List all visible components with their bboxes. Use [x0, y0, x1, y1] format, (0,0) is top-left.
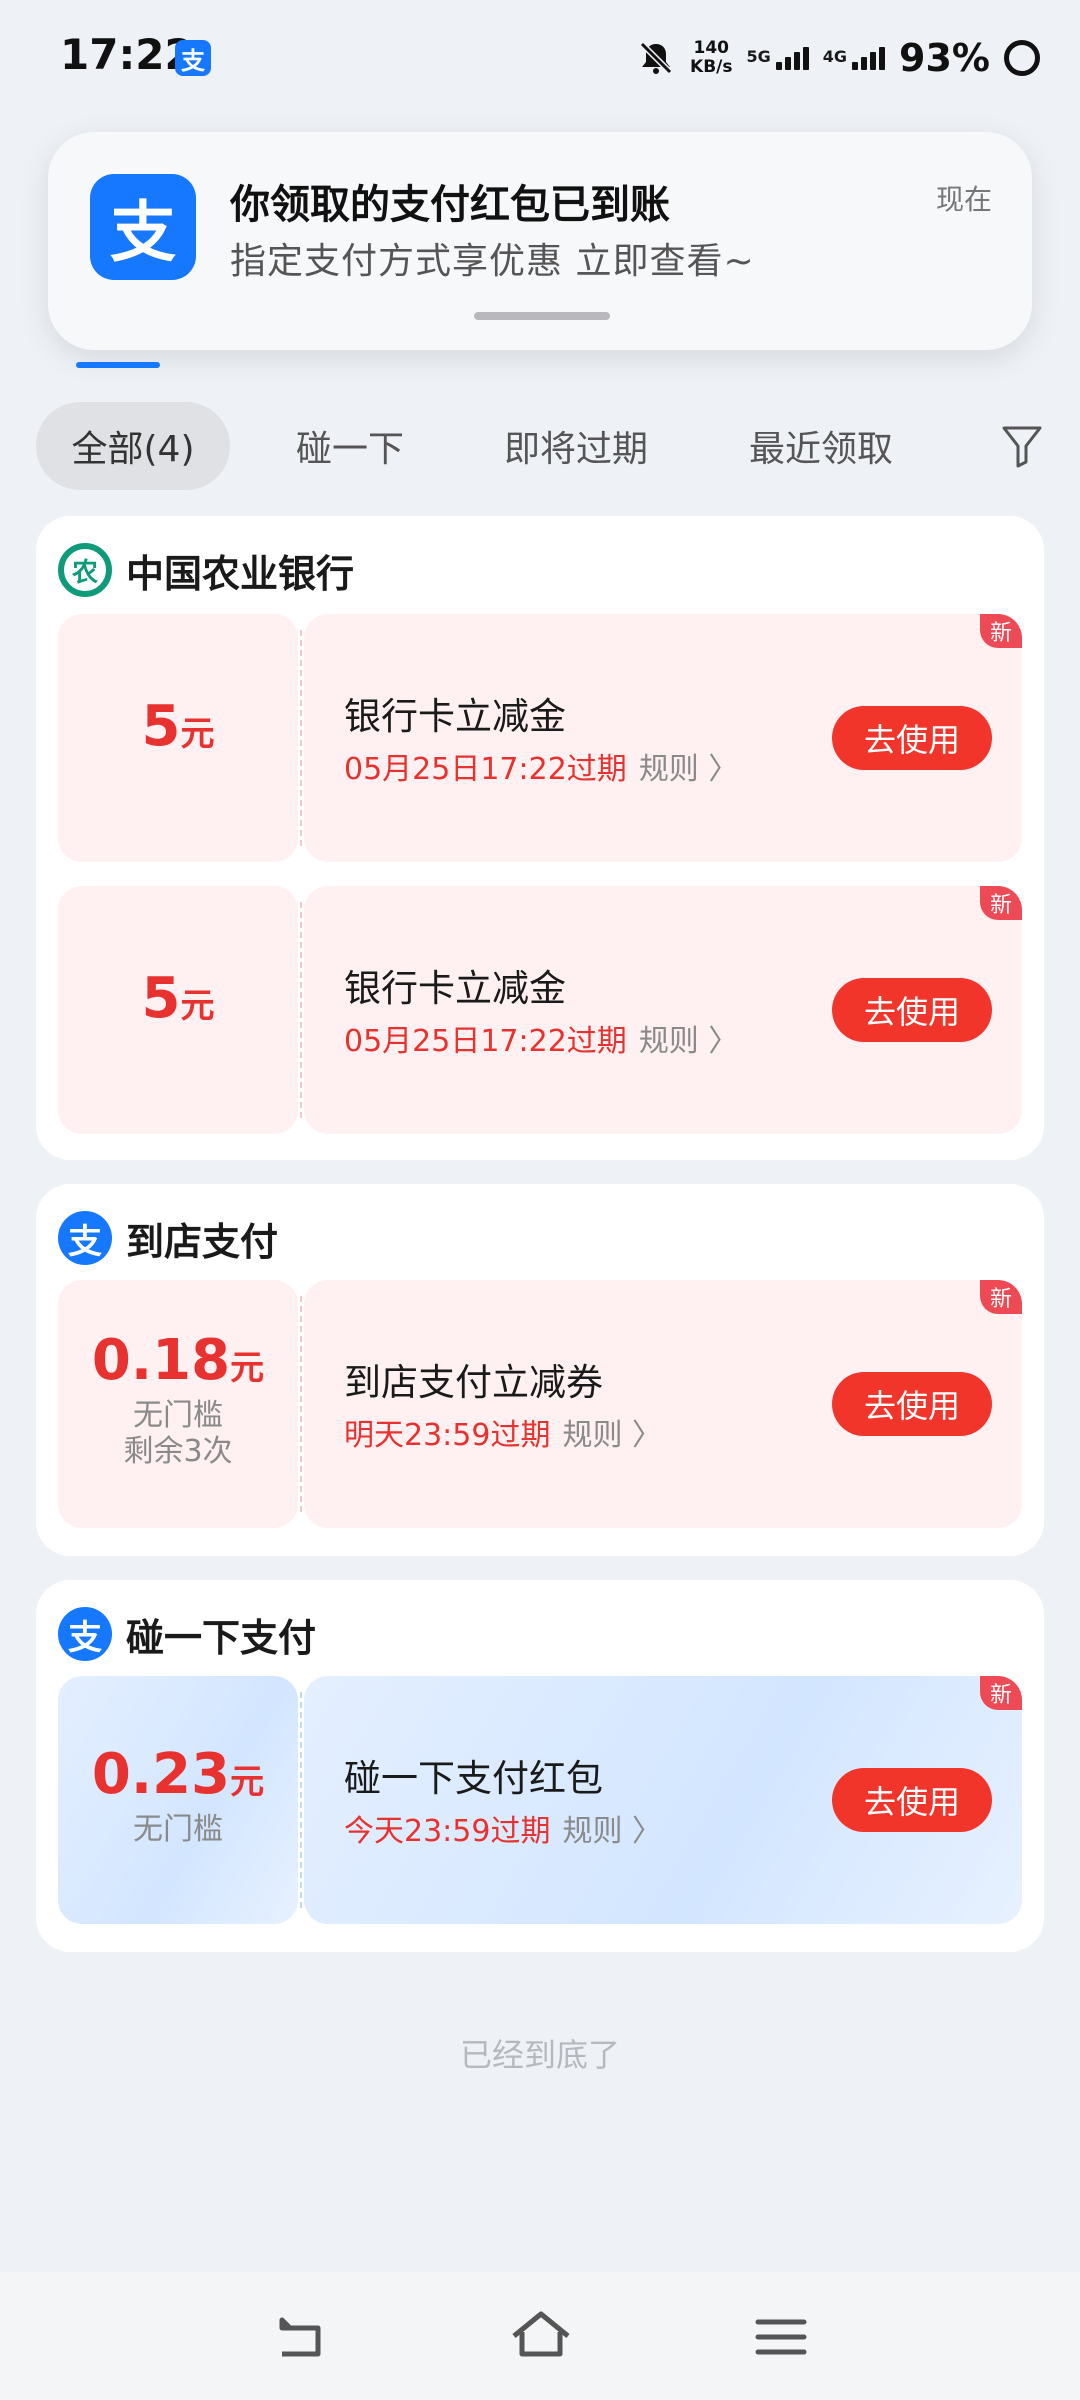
rule-link[interactable]: 规则 〉	[562, 1418, 662, 1453]
group-title: 到店支付	[126, 1219, 279, 1264]
clock: 17:22	[60, 30, 194, 79]
net-speed: 140 KB/s	[690, 38, 733, 77]
coupon-threshold: 无门槛	[133, 1812, 223, 1847]
group-instore-pay: 支 到店支付 0.18元 无门槛 剩余3次 到店支付立减券 明天23:59过期规…	[36, 1184, 1044, 1556]
abc-bank-logo-icon: 农	[58, 543, 112, 597]
use-button[interactable]: 去使用	[832, 1768, 992, 1832]
group-abc: 农 中国农业银行 5元 银行卡立减金 05月25日17:22过期 规则 〉 去使用…	[36, 516, 1044, 1160]
rule-link[interactable]: 规则 〉	[562, 1814, 662, 1849]
coupon-threshold: 无门槛	[133, 1398, 223, 1433]
notification-banner[interactable]: 支 你领取的支付红包已到账 指定支付方式享优惠 立即查看~ 现在	[48, 132, 1032, 350]
battery-icon	[1004, 40, 1040, 76]
signal-4g-icon: 4G	[823, 46, 886, 70]
use-button[interactable]: 去使用	[832, 978, 992, 1042]
end-of-list-text: 已经到底了	[459, 2036, 620, 2074]
battery-level: 93%	[899, 36, 990, 80]
notification-handle[interactable]	[474, 312, 610, 320]
home-icon[interactable]	[506, 2302, 576, 2372]
coupon-name: 银行卡立减金	[344, 695, 566, 738]
signal-5g-icon: 5G	[747, 46, 809, 70]
group-title: 碰一下支付	[126, 1615, 317, 1660]
filter-bar: 全部(4) 碰一下 即将过期 最近领取	[36, 402, 1044, 490]
coupon-expiry: 今天23:59过期 规则 〉	[344, 1814, 663, 1849]
coupon-amount: 5元	[141, 694, 215, 759]
coupon-expiry: 明天23:59过期 规则 〉	[344, 1418, 663, 1453]
group-tap-pay: 支 碰一下支付 0.23元 无门槛 碰一下支付红包 今天23:59过期 规则 〉 …	[36, 1580, 1044, 1952]
coupon-card: 0.18元 无门槛 剩余3次 到店支付立减券 明天23:59过期 规则 〉 去使用…	[58, 1280, 1022, 1528]
new-badge: 新	[980, 614, 1022, 648]
coupon-card: 0.23元 无门槛 碰一下支付红包 今天23:59过期 规则 〉 去使用 新	[58, 1676, 1022, 1924]
tab-indicator	[76, 362, 160, 368]
filter-all[interactable]: 全部(4)	[36, 402, 230, 490]
coupon-expiry: 05月25日17:22过期 规则 〉	[344, 1024, 739, 1059]
alipay-logo-icon: 支	[58, 1607, 112, 1661]
coupon-amount: 5元	[141, 966, 215, 1031]
back-icon[interactable]	[266, 2302, 336, 2372]
menu-icon[interactable]	[746, 2302, 816, 2372]
system-nav-bar	[0, 2272, 1080, 2400]
coupon-amount: 0.23元	[91, 1742, 265, 1807]
use-button[interactable]: 去使用	[832, 706, 992, 770]
coupon-name: 到店支付立减券	[344, 1361, 603, 1404]
coupon-name: 银行卡立减金	[344, 967, 566, 1010]
coupon-remaining: 剩余3次	[123, 1434, 233, 1469]
alipay-logo-icon: 支	[58, 1211, 112, 1265]
filter-expiring[interactable]: 即将过期	[476, 402, 676, 490]
alipay-app-icon: 支	[90, 174, 196, 280]
filter-icon[interactable]	[1000, 422, 1044, 470]
filter-recent[interactable]: 最近领取	[726, 402, 916, 490]
coupon-card: 5元 银行卡立减金 05月25日17:22过期 规则 〉 去使用 新	[58, 614, 1022, 862]
notification-title: 你领取的支付红包已到账	[230, 182, 670, 228]
group-title: 中国农业银行	[126, 551, 355, 596]
coupon-card: 5元 银行卡立减金 05月25日17:22过期 规则 〉 去使用 新	[58, 886, 1022, 1134]
filter-tap[interactable]: 碰一下	[270, 402, 430, 490]
mute-bell-icon	[639, 41, 673, 75]
coupon-name: 碰一下支付红包	[344, 1757, 603, 1800]
rule-link[interactable]: 规则 〉	[639, 1024, 739, 1059]
alipay-status-icon: 支	[175, 40, 211, 76]
new-badge: 新	[980, 1280, 1022, 1314]
use-button[interactable]: 去使用	[832, 1372, 992, 1436]
rule-link[interactable]: 规则 〉	[639, 752, 739, 787]
new-badge: 新	[980, 1676, 1022, 1710]
notification-time: 现在	[935, 183, 992, 216]
status-bar: 17:22 支 140 KB/s 5G 4G 93%	[0, 0, 1080, 116]
coupon-expiry: 05月25日17:22过期 规则 〉	[344, 752, 739, 787]
notification-body: 指定支付方式享优惠 立即查看~	[230, 241, 755, 282]
new-badge: 新	[980, 886, 1022, 920]
coupon-amount: 0.18元	[91, 1328, 265, 1393]
